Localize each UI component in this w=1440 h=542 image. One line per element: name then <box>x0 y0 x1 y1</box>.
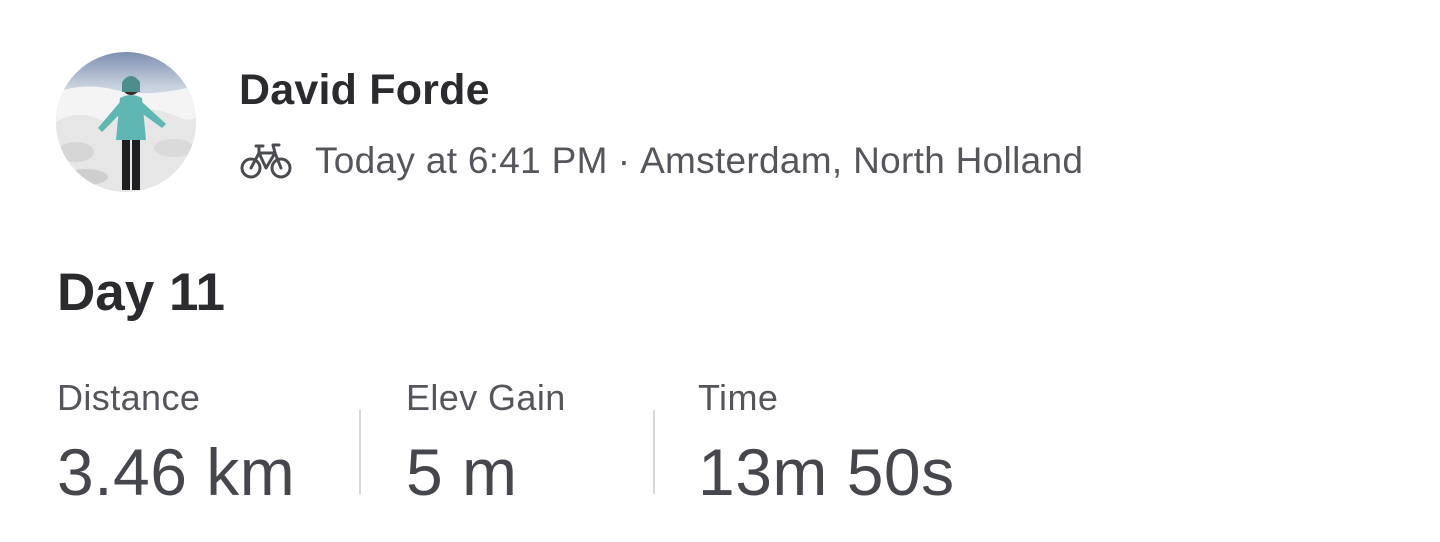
stat-time: Time 13m 50s <box>698 376 998 509</box>
stat-elev-gain: Elev Gain 5 m <box>406 376 653 509</box>
stat-label: Distance <box>57 377 201 418</box>
stat-label: Time <box>698 377 779 418</box>
stat-distance: Distance 3.46 km <box>57 376 359 509</box>
athlete-name[interactable]: David Forde <box>239 66 490 115</box>
activity-time: Today at 6:41 PM <box>315 140 608 181</box>
stat-value: 5 m <box>406 435 518 509</box>
stat-divider <box>359 410 361 494</box>
activity-meta: Today at 6:41 PM · Amsterdam, North Holl… <box>239 139 1083 183</box>
stat-label: Elev Gain <box>406 377 566 418</box>
activity-location: Amsterdam, North Holland <box>640 140 1084 181</box>
avatar-photo <box>56 52 196 192</box>
meta-separator: · <box>617 140 631 181</box>
stat-value: 3.46 km <box>57 435 296 509</box>
activity-stats: Distance 3.46 km Elev Gain 5 m Time 13m … <box>57 376 998 509</box>
avatar[interactable] <box>56 52 196 192</box>
stat-divider <box>653 410 655 494</box>
stat-value: 13m 50s <box>698 435 955 509</box>
activity-card: David Forde Today at 6:41 PM · Amsterdam… <box>0 0 1440 542</box>
activity-title[interactable]: Day 11 <box>57 262 225 323</box>
bike-icon <box>240 143 292 179</box>
